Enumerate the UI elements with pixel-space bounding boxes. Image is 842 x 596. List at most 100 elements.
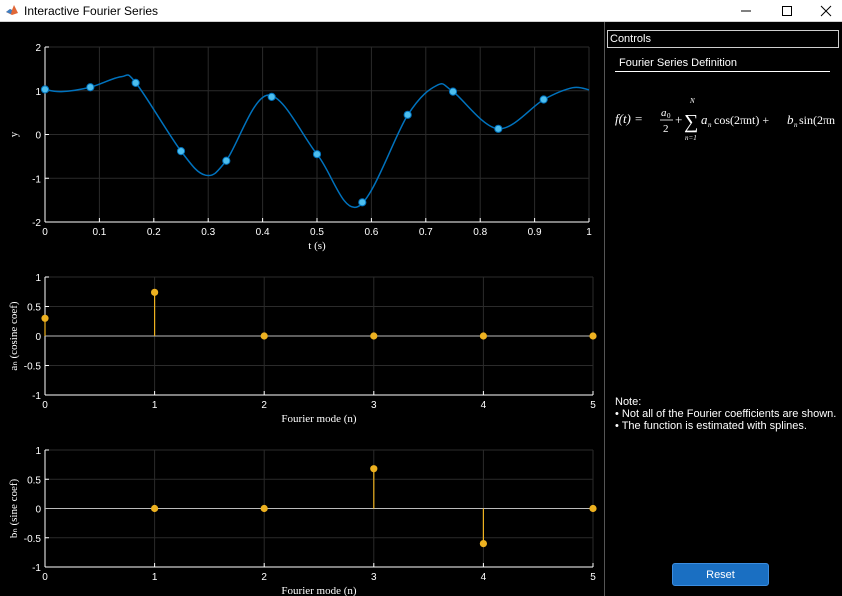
- x-tick-label: 1: [152, 572, 158, 583]
- stem-marker[interactable]: [479, 540, 487, 548]
- x-tick-label: 0.2: [147, 227, 161, 238]
- x-tick-label: 2: [261, 400, 267, 411]
- y-tick-label: 0: [35, 131, 41, 142]
- maximize-icon: [782, 5, 792, 16]
- y-tick-label: 0.5: [27, 475, 41, 486]
- x-tick-label: 4: [481, 400, 487, 411]
- data-point[interactable]: [222, 156, 231, 165]
- x-tick-label: 5: [590, 572, 596, 583]
- formula-bn: b: [787, 112, 794, 127]
- stem-marker[interactable]: [589, 504, 597, 513]
- stem-marker[interactable]: [151, 288, 159, 296]
- x-tick-label: 3: [371, 572, 377, 583]
- y-tick-label: 1: [35, 87, 41, 98]
- x-axis-label: Fourier mode (n): [281, 413, 356, 425]
- stem-marker[interactable]: [370, 332, 378, 340]
- x-tick-label: 0.8: [473, 227, 487, 238]
- x-tick-label: 0: [42, 400, 48, 411]
- x-axis-label: t (s): [308, 240, 326, 252]
- matlab-icon: [6, 5, 18, 15]
- stem-marker[interactable]: [41, 314, 49, 322]
- formula-sum-bottom: n=1: [685, 134, 697, 142]
- y-tick-label: 0.5: [27, 303, 41, 314]
- data-point[interactable]: [539, 95, 548, 104]
- x-axis-label: Fourier mode (n): [281, 585, 356, 596]
- data-point[interactable]: [448, 87, 458, 96]
- formula-lhs: f(t) =: [615, 111, 643, 126]
- x-tick-label: 1: [152, 400, 158, 411]
- close-icon: [820, 5, 832, 16]
- reset-button[interactable]: Reset: [672, 563, 769, 586]
- note-line-1: • Not all of the Fourier coefficients ar…: [615, 408, 837, 420]
- close-button[interactable]: [803, 0, 842, 21]
- plots-area[interactable]: 0 0.1 0.2 0.3 0.4 0.5 0.6 0.7 0.8 0.9 1210-1-2t (s…: [0, 22, 604, 596]
- y-tick-label: 0: [35, 505, 41, 516]
- minimize-icon: [741, 10, 751, 11]
- note-line-2: • The function is estimated with splines…: [615, 420, 807, 432]
- x-tick-label: 0.6: [364, 227, 378, 238]
- x-tick-label: 4: [481, 572, 487, 583]
- stem-marker[interactable]: [151, 504, 159, 513]
- data-point[interactable]: [312, 150, 322, 159]
- y-axis-label: y: [8, 131, 20, 137]
- formula-a0-sub: 0: [667, 112, 671, 120]
- y-tick-label: -2: [32, 218, 41, 229]
- x-tick-label: 2: [261, 572, 267, 583]
- data-point[interactable]: [86, 83, 95, 92]
- x-tick-label: 5: [590, 400, 596, 411]
- y-axis-label: aₙ (cosine coef): [8, 301, 20, 370]
- formula-sum: ∑: [684, 111, 698, 133]
- data-point[interactable]: [267, 92, 276, 101]
- x-tick-label: 0.3: [201, 227, 215, 238]
- y-tick-label: -1: [32, 391, 41, 402]
- y-tick-label: 2: [35, 43, 41, 54]
- x-tick-label: 0.4: [256, 227, 270, 238]
- y-tick-label: -1: [32, 174, 41, 185]
- window-title: Interactive Fourier Series: [24, 4, 159, 18]
- x-tick-label: 0: [42, 227, 48, 238]
- formula-sum-top: N: [689, 97, 695, 105]
- y-tick-label: 1: [35, 273, 41, 284]
- formula-cos: cos(2πnt) +: [714, 113, 769, 127]
- y-tick-label: -1: [32, 563, 41, 574]
- x-tick-label: 0.7: [419, 227, 433, 238]
- title-bar: Interactive Fourier Series: [0, 0, 842, 22]
- formula-an-sub: n: [708, 121, 712, 129]
- data-point[interactable]: [403, 110, 412, 119]
- x-tick-label: 0.1: [92, 227, 106, 238]
- data-point[interactable]: [494, 124, 503, 133]
- controls-header: Controls: [607, 30, 839, 48]
- y-tick-label: 1: [35, 446, 41, 457]
- y-axis-label: bₙ (sine coef): [8, 478, 20, 538]
- formula-two: 2: [663, 123, 669, 135]
- formula-bn-sub: n: [794, 121, 798, 129]
- data-point[interactable]: [358, 198, 367, 207]
- x-tick-label: 1: [586, 227, 592, 238]
- section-divider: [615, 71, 830, 72]
- x-tick-label: 0.9: [528, 227, 542, 238]
- y-tick-label: -0.5: [24, 362, 42, 373]
- stem-marker[interactable]: [370, 465, 378, 473]
- y-tick-label: 0: [35, 332, 41, 343]
- controls-panel: Controls Fourier Series Definition f(t) …: [604, 22, 842, 596]
- plot-1[interactable]: 0 0.1 0.2 0.3 0.4 0.5 0.6 0.7 0.8 0.9 1 2 1 0 -1 -2 t (s…: [8, 43, 592, 252]
- stem-marker[interactable]: [260, 504, 268, 513]
- stem-marker[interactable]: [260, 332, 268, 340]
- plot-2[interactable]: 0 1 2 3 4 5 1 0.5 0 -0.5 -1 Fourier mode (n) aₙ (cos…: [8, 273, 597, 425]
- data-point[interactable]: [176, 147, 186, 156]
- formula-sin: sin(2πnt): [799, 113, 835, 127]
- x-tick-label: 0.5: [310, 227, 324, 238]
- x-tick-label: 3: [371, 400, 377, 411]
- plot-3[interactable]: 0 1 2 3 4 5 1 0.5 0 -0.5 -1 Fourier mode (n) bₙ (sin…: [8, 446, 597, 596]
- formula-plus: +: [675, 112, 682, 127]
- x-tick-label: 0: [42, 572, 48, 583]
- y-tick-label: -0.5: [24, 534, 42, 545]
- formula-an: a: [701, 112, 708, 127]
- minimize-button[interactable]: [723, 0, 769, 21]
- stem-marker[interactable]: [479, 332, 487, 340]
- section-title: Fourier Series Definition: [619, 57, 737, 69]
- data-point[interactable]: [40, 85, 50, 94]
- data-point[interactable]: [131, 78, 140, 87]
- stem-marker[interactable]: [589, 332, 597, 340]
- fourier-formula: f(t) = a 0 2 + ∑ N n=1 a n cos(2πnt) + b…: [615, 97, 835, 142]
